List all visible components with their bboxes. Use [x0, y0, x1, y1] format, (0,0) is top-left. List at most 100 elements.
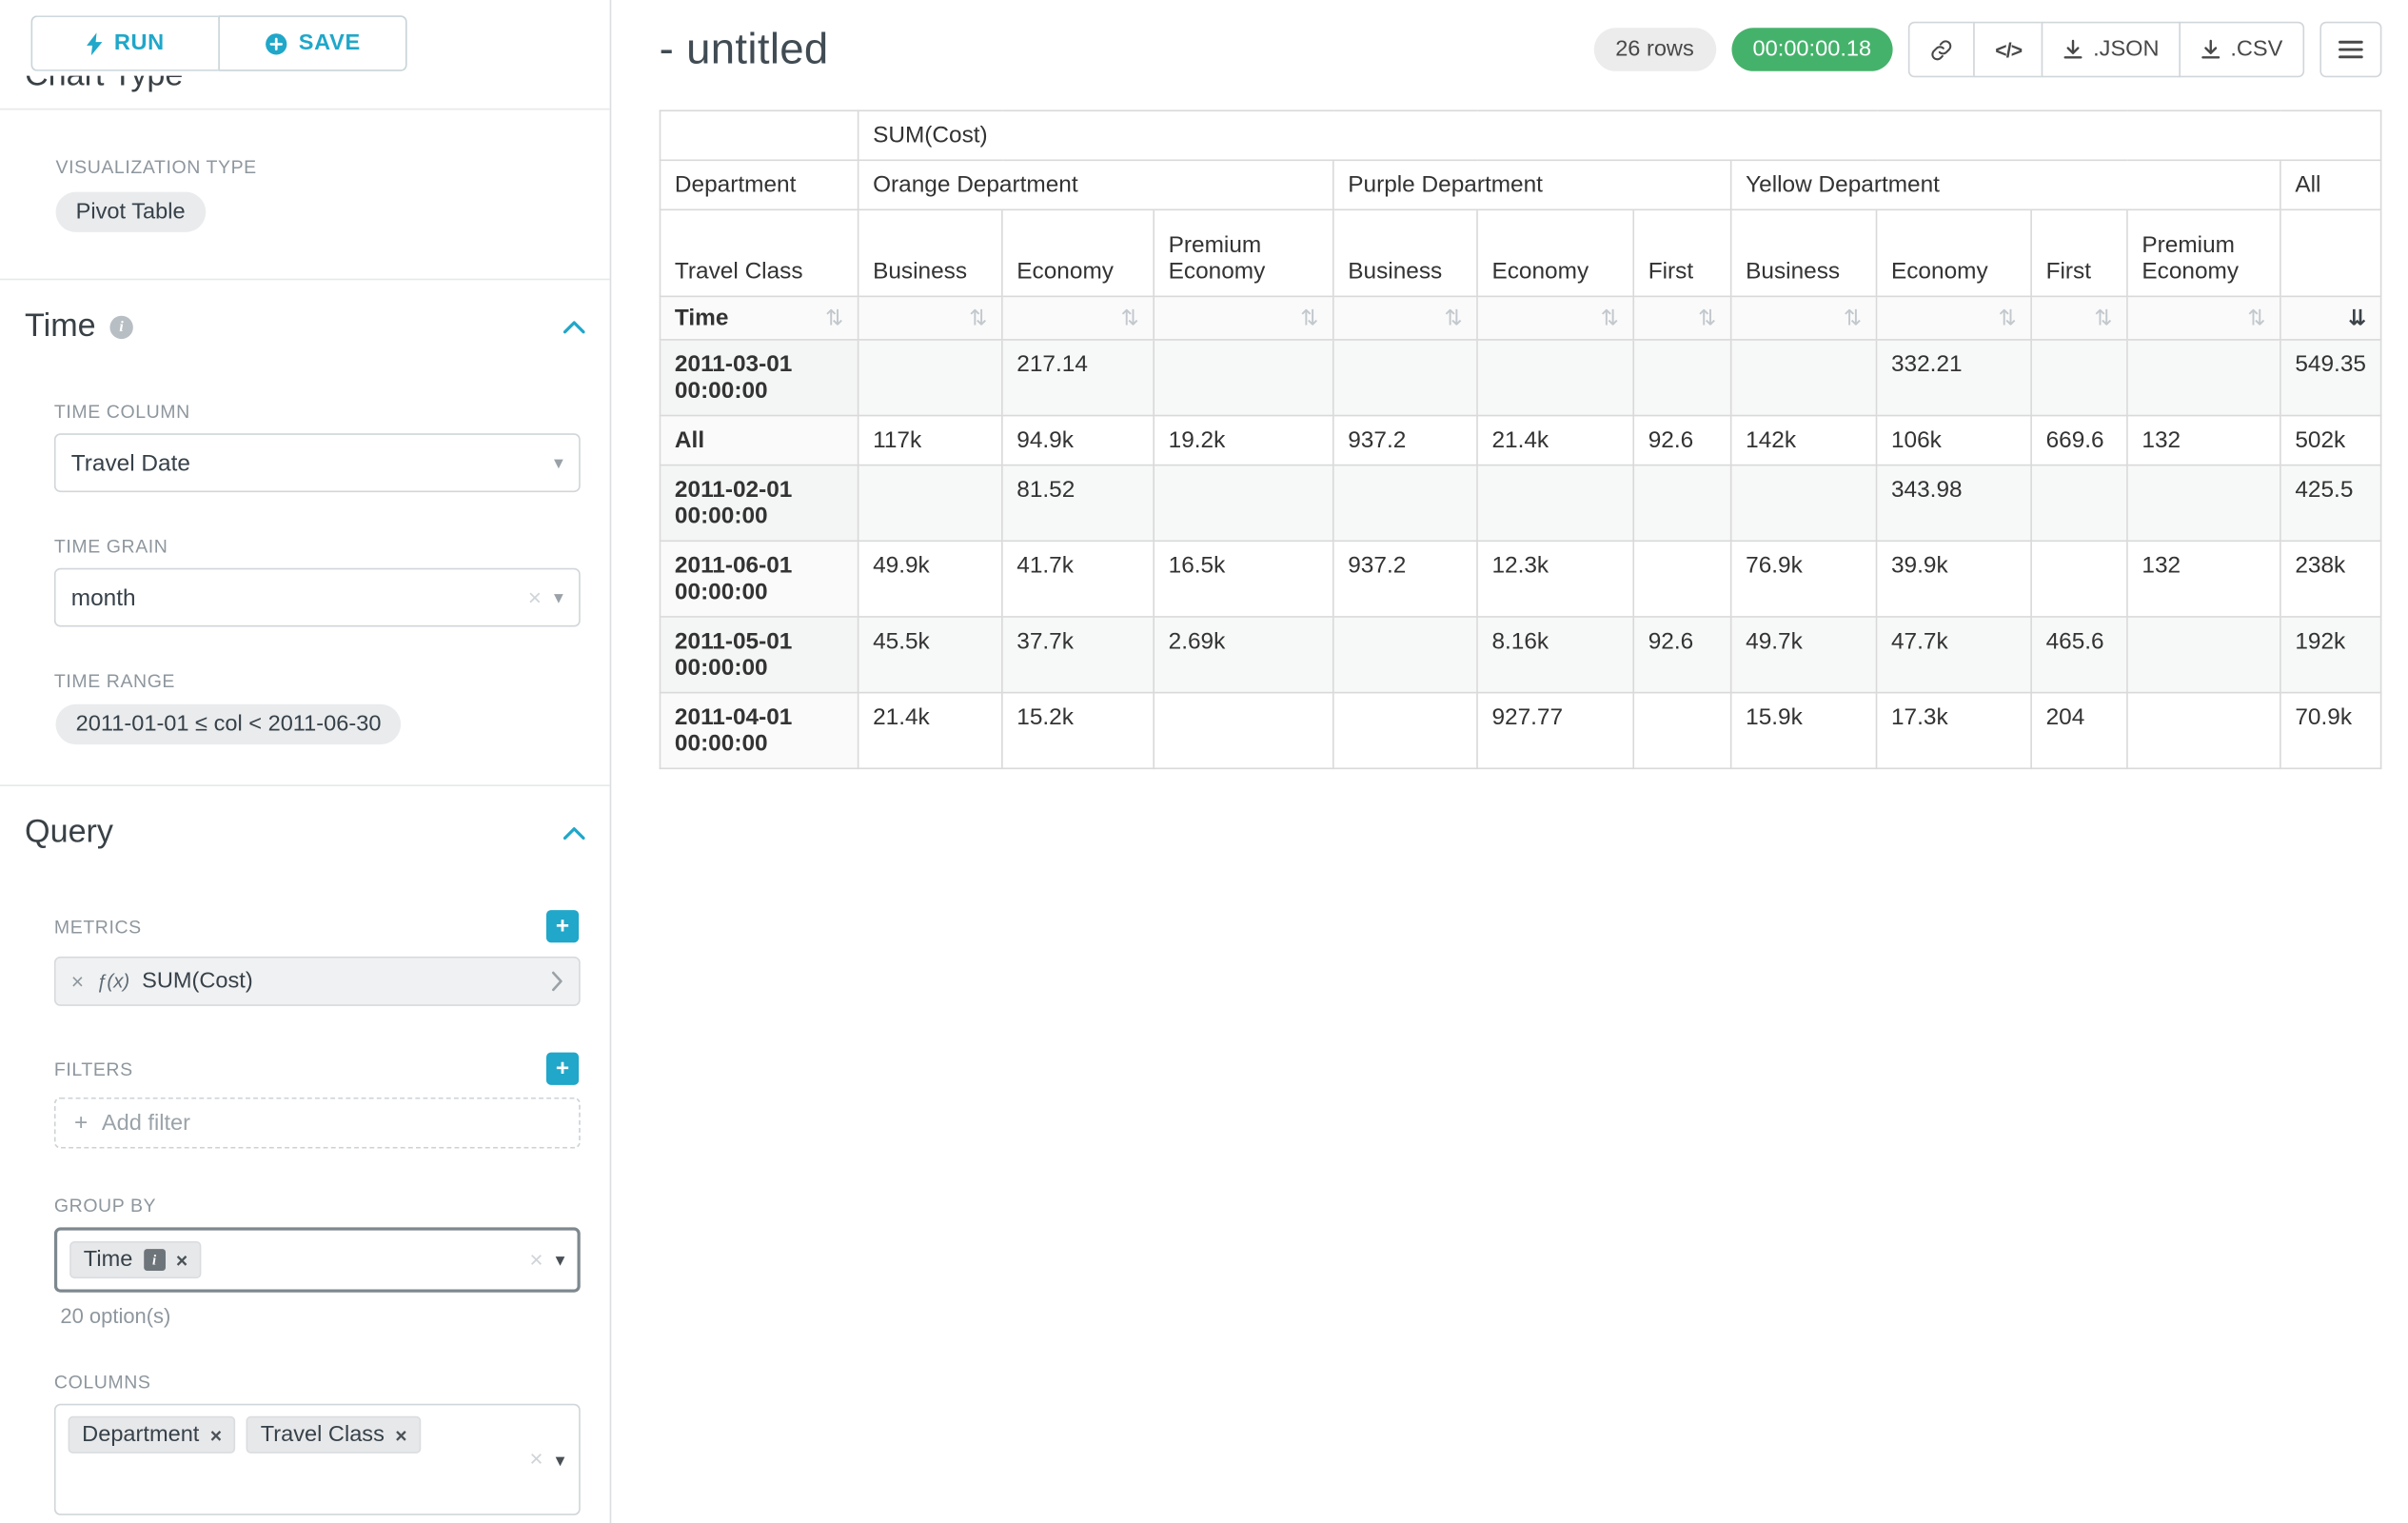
pivot-class-header: First: [1633, 209, 1730, 296]
pivot-value-cell: [2031, 340, 2127, 416]
pivot-value-cell: 937.2: [1333, 541, 1477, 617]
embed-code-button[interactable]: </>: [1973, 22, 2043, 78]
remove-tag-icon[interactable]: ×: [210, 1423, 222, 1446]
pivot-group-header: Orange Department: [859, 160, 1333, 209]
save-button-label: SAVE: [299, 31, 361, 56]
pivot-value-cell: [1633, 541, 1730, 617]
row-count-badge: 26 rows: [1593, 28, 1715, 71]
pivot-class-header: First: [2031, 209, 2127, 296]
collapse-query-section-icon[interactable]: [563, 825, 585, 840]
export-csv-button[interactable]: .CSV: [2180, 22, 2304, 78]
chart-type-heading: Chart Type: [25, 76, 610, 99]
pivot-value-cell: 549.35: [2280, 340, 2381, 416]
function-icon: ƒ(x): [96, 971, 129, 993]
time-grain-select[interactable]: month × ▾: [54, 568, 581, 627]
clear-icon[interactable]: ×: [523, 1247, 549, 1274]
sort-icon[interactable]: ⇅: [1999, 307, 2017, 331]
sort-icon[interactable]: ⇅: [1844, 307, 1862, 331]
info-icon[interactable]: i: [144, 1249, 166, 1271]
pivot-data-row: 2011-05-01 00:00:0045.5k37.7k2.69k8.16k9…: [660, 617, 2380, 693]
pivot-class-header: Business: [859, 209, 1002, 296]
pivot-class-header: Economy: [1877, 209, 2032, 296]
pivot-col-dimension-header: Department: [660, 160, 858, 209]
pivot-value-cell: [1333, 465, 1477, 542]
pivot-value-cell: 37.7k: [1002, 617, 1154, 693]
menu-button[interactable]: [2319, 22, 2381, 78]
save-button[interactable]: SAVE: [218, 15, 406, 71]
remove-tag-icon[interactable]: ×: [176, 1248, 188, 1271]
add-filter-button[interactable]: + Add filter: [54, 1098, 581, 1149]
clear-icon[interactable]: ×: [523, 1446, 549, 1473]
sort-icon[interactable]: ⇅: [825, 307, 843, 329]
sort-icon[interactable]: ⇅: [1698, 307, 1716, 331]
pivot-value-cell: 2.69k: [1154, 617, 1333, 693]
time-column-label: TIME COLUMN: [54, 401, 610, 423]
pivot-value-cell: [1633, 465, 1730, 542]
time-column-select[interactable]: Travel Date ▾: [54, 433, 581, 492]
groupby-tag: Time i ×: [69, 1241, 202, 1278]
sort-icon[interactable]: ⇅: [1601, 307, 1619, 331]
remove-tag-icon[interactable]: ×: [395, 1423, 406, 1446]
sort-icon[interactable]: ⇅: [2247, 307, 2265, 331]
chart-title[interactable]: - untitled: [660, 25, 829, 74]
visualization-type-value[interactable]: Pivot Table: [56, 192, 206, 232]
pivot-data-row: All117k94.9k19.2k937.221.4k92.6142k106k6…: [660, 416, 2380, 465]
chevron-down-icon: ▾: [556, 1449, 565, 1471]
pivot-value-cell: 502k: [2280, 416, 2381, 465]
add-filter-label: Add filter: [102, 1111, 190, 1136]
export-button-group: </> .JSON .CSV: [1908, 22, 2304, 78]
sort-icon[interactable]: ⇅: [2094, 307, 2112, 331]
time-range-value[interactable]: 2011-01-01 ≤ col < 2011-06-30: [56, 704, 402, 744]
copy-link-button[interactable]: [1908, 22, 1975, 78]
sort-icon[interactable]: ⇅: [969, 307, 987, 331]
info-icon[interactable]: i: [109, 315, 132, 338]
chevron-down-icon: ▾: [554, 586, 563, 608]
pivot-value-cell: 16.5k: [1154, 541, 1333, 617]
pivot-value-cell: 937.2: [1333, 416, 1477, 465]
pivot-value-cell: 927.77: [1477, 693, 1633, 769]
groupby-select[interactable]: Time i × × ▾: [54, 1227, 581, 1292]
metric-item[interactable]: × ƒ(x) SUM(Cost): [54, 957, 581, 1006]
time-range-label: TIME RANGE: [54, 670, 610, 692]
pivot-data-row: 2011-03-01 00:00:00217.14332.21549.35: [660, 340, 2380, 416]
pivot-value-cell: [1333, 617, 1477, 693]
pivot-value-cell: 132: [2127, 541, 2280, 617]
plus-icon: +: [74, 1110, 88, 1137]
columns-select[interactable]: Department × Travel Class × × ▾: [54, 1404, 581, 1515]
pivot-value-cell: [2127, 617, 2280, 693]
pivot-value-cell: 238k: [2280, 541, 2381, 617]
pivot-value-cell: [1154, 693, 1333, 769]
pivot-value-cell: 45.5k: [859, 617, 1002, 693]
control-panel: RUN SAVE Chart Type VISUALIZATION TYPE P…: [0, 0, 611, 1523]
metrics-label: METRICS: [54, 916, 142, 938]
remove-metric-icon[interactable]: ×: [71, 969, 84, 994]
sort-icon[interactable]: ⇅: [1444, 307, 1462, 331]
divider: [0, 784, 610, 786]
sort-icon[interactable]: ⇅: [1121, 307, 1139, 331]
pivot-value-cell: 39.9k: [1877, 541, 2032, 617]
pivot-value-cell: 15.2k: [1002, 693, 1154, 769]
add-filter-plus-button[interactable]: +: [546, 1053, 579, 1085]
sort-icon[interactable]: ⇅: [1300, 307, 1318, 331]
query-section-title: Query: [25, 814, 113, 851]
pivot-value-cell: 12.3k: [1477, 541, 1633, 617]
pivot-corner-cell: [660, 110, 858, 160]
pivot-value-cell: [1633, 340, 1730, 416]
pivot-value-cell: 21.4k: [859, 693, 1002, 769]
run-button[interactable]: RUN: [31, 15, 219, 71]
lightning-icon: [87, 31, 104, 54]
pivot-class-header: Economy: [1477, 209, 1633, 296]
export-json-button[interactable]: .JSON: [2042, 22, 2181, 78]
chart-toolbar: 26 rows 00:00:00.18 </>: [1593, 22, 2381, 78]
code-icon: </>: [1995, 38, 2022, 61]
chevron-right-icon[interactable]: [551, 971, 563, 993]
download-icon: [2063, 39, 2083, 61]
pivot-row-header: 2011-03-01 00:00:00: [660, 340, 858, 416]
clear-icon[interactable]: ×: [522, 584, 547, 611]
pivot-value-cell: 192k: [2280, 617, 2381, 693]
sort-icon-active[interactable]: ⇊: [2348, 307, 2366, 331]
pivot-row-header: 2011-06-01 00:00:00: [660, 541, 858, 617]
collapse-time-section-icon[interactable]: [563, 320, 585, 334]
add-metric-button[interactable]: +: [546, 910, 579, 942]
pivot-value-cell: 204: [2031, 693, 2127, 769]
